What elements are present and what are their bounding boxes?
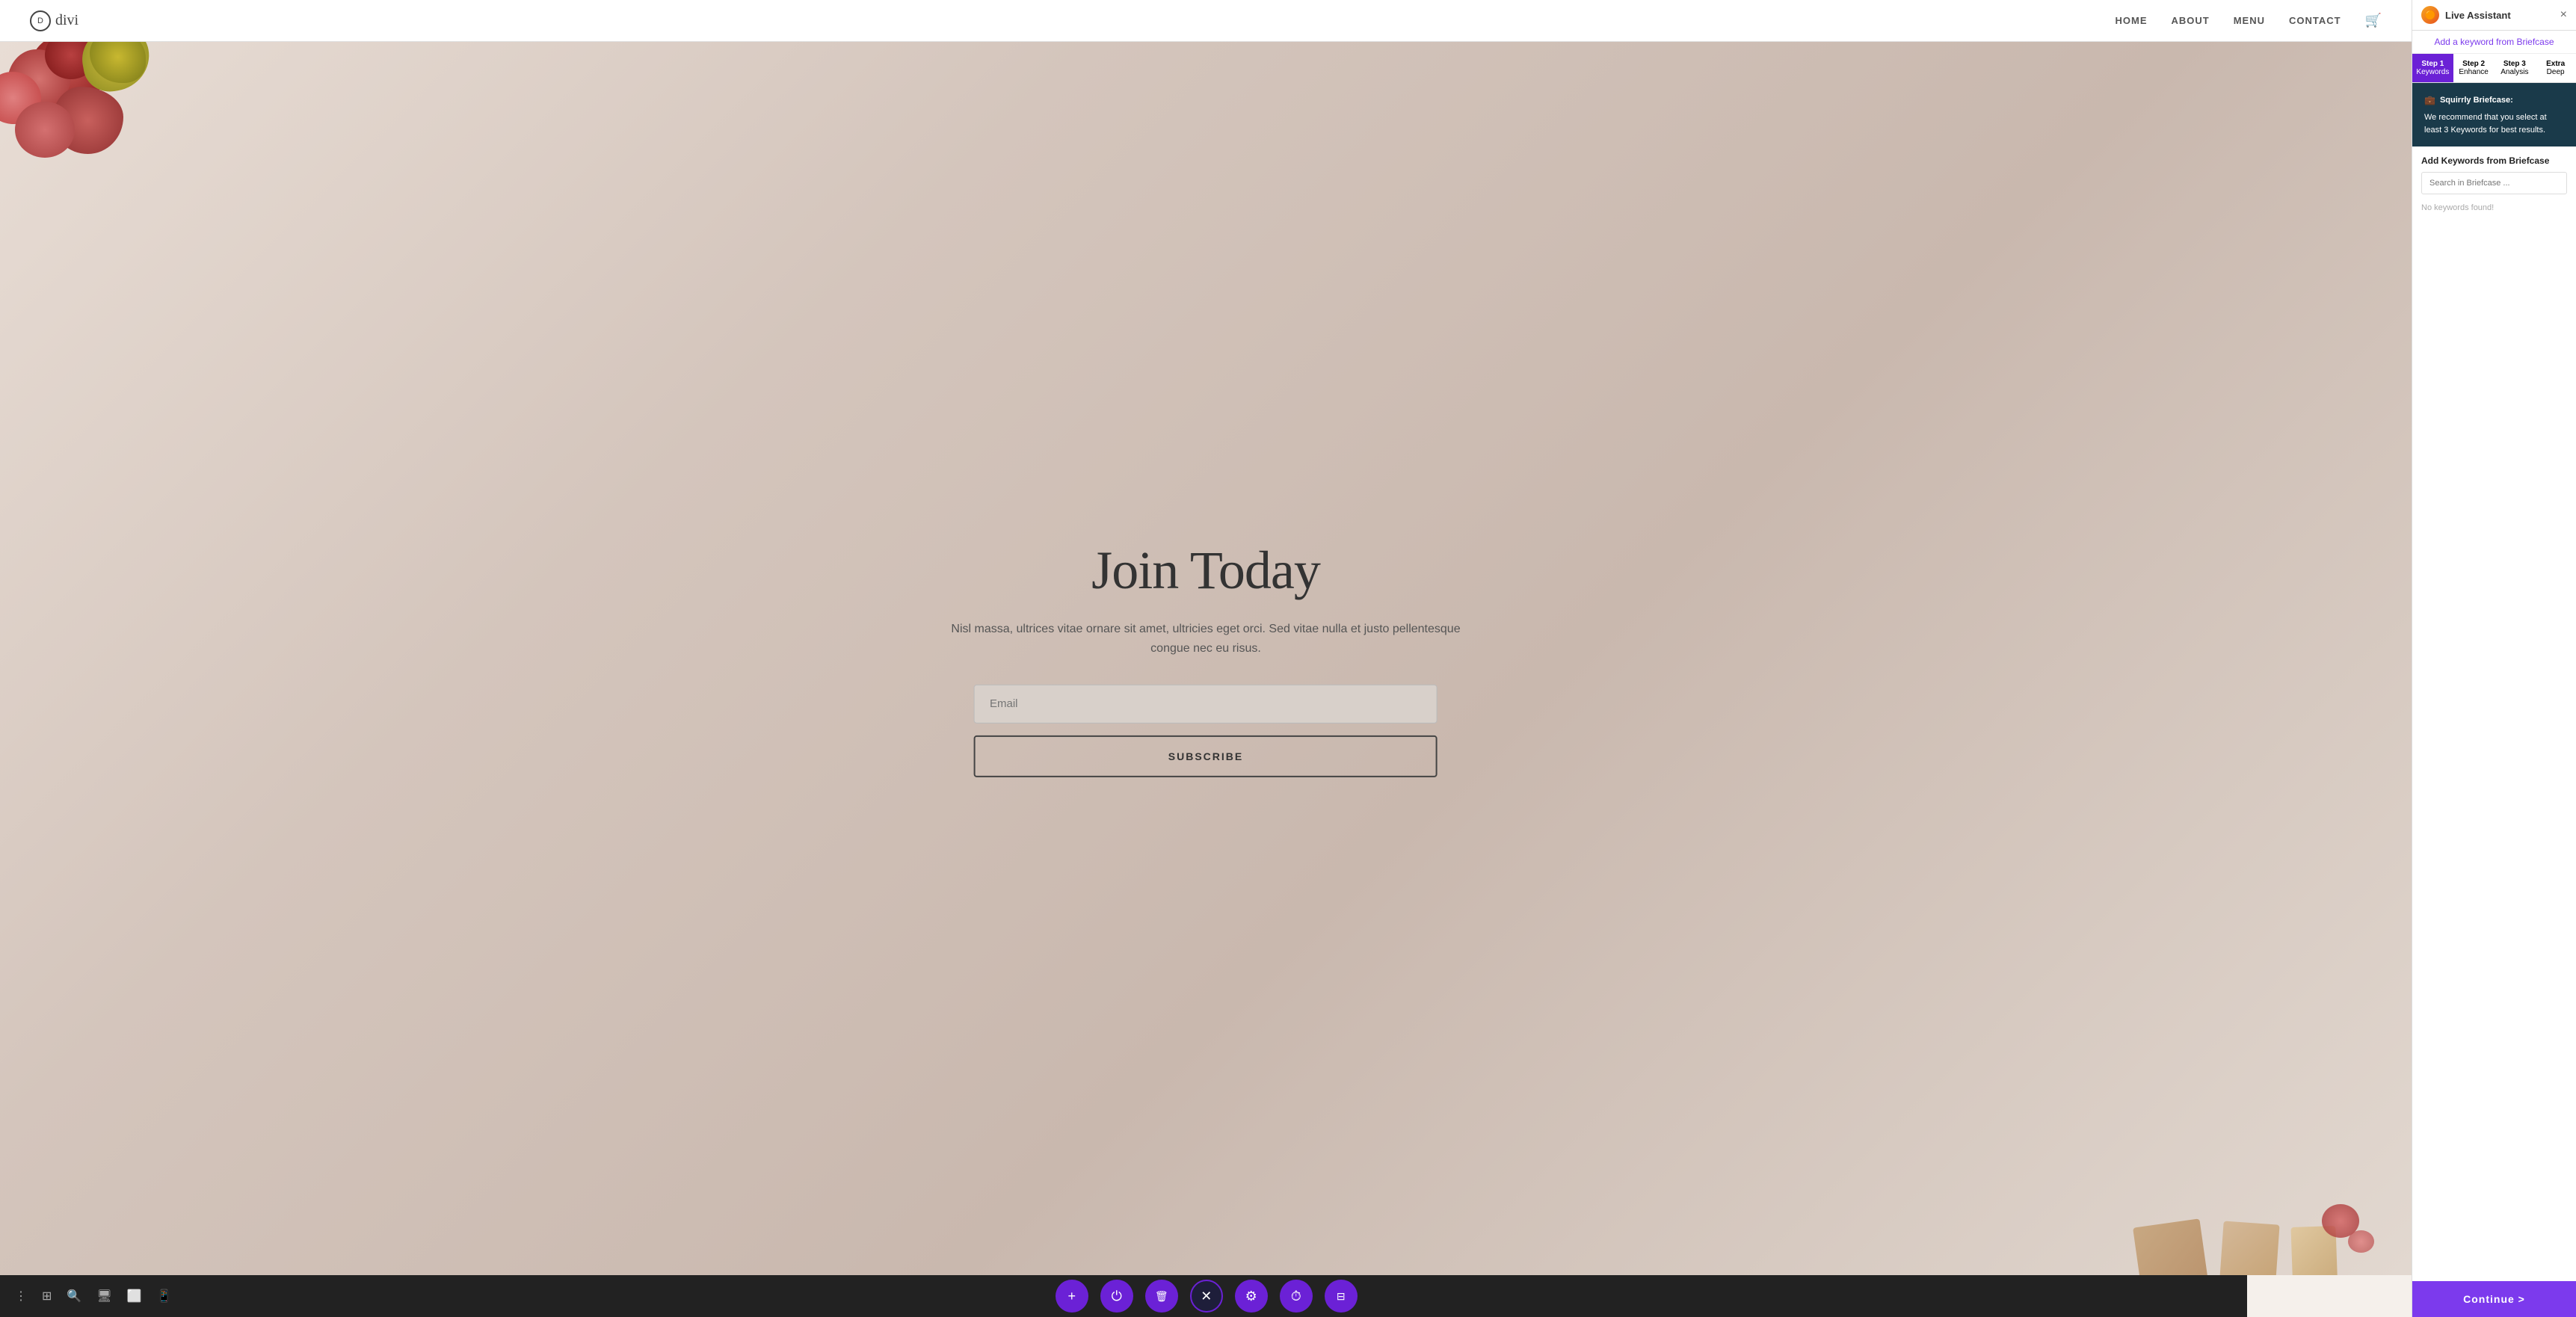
website-area: D divi HOME ABOUT MENU CONTACT 🛒 — [0, 0, 2412, 1317]
live-assistant-avatar: 🟠 — [2421, 6, 2439, 24]
nav-menu[interactable]: MENU — [2234, 15, 2265, 26]
toolbar-center-buttons: + ⏻ 🗑 ✕ ⚙ ⏱ ⊟ — [180, 1280, 2232, 1313]
products-area — [2139, 1200, 2337, 1275]
add-keywords-section: Add Keywords from Briefcase No keywords … — [2412, 146, 2576, 1281]
panel-title: Live Assistant — [2445, 10, 2511, 21]
subscribe-button[interactable]: SUBSCRIBE — [974, 735, 1438, 777]
continue-button[interactable]: Continue > — [2412, 1281, 2576, 1317]
add-keyword-from-briefcase-link[interactable]: Add a keyword from Briefcase — [2412, 31, 2576, 54]
toolbar-history-button[interactable]: ⏱ — [1280, 1280, 1313, 1313]
hero-section: Join Today Nisl massa, ultrices vitae or… — [0, 42, 2412, 1275]
email-input-wrapper — [974, 685, 1438, 724]
toolbar-trash-button[interactable]: 🗑 — [1145, 1280, 1178, 1313]
toolbar-menu-icon[interactable]: ⋮ — [15, 1289, 27, 1304]
search-briefcase-input[interactable] — [2421, 172, 2567, 194]
toolbar-grid-icon[interactable]: ⊞ — [42, 1289, 52, 1304]
flowers-decoration-topleft — [0, 42, 179, 191]
nav-home[interactable]: HOME — [2115, 15, 2147, 26]
toolbar-adjust-button[interactable]: ⊟ — [1325, 1280, 1358, 1313]
panel-header: 🟠 Live Assistant × — [2412, 0, 2576, 31]
product-item-2 — [2218, 1221, 2279, 1275]
briefcase-icon: 💼 — [2424, 93, 2435, 107]
tab-extra-deep[interactable]: Extra Deep — [2535, 54, 2576, 82]
info-box-message: We recommend that you select at least 3 … — [2424, 111, 2564, 136]
panel-close-button[interactable]: × — [2560, 8, 2567, 22]
toolbar-close-button[interactable]: ✕ — [1190, 1280, 1223, 1313]
hero-content: Join Today Nisl massa, ultrices vitae or… — [241, 540, 2171, 777]
toolbar-search-icon[interactable]: 🔍 — [67, 1289, 81, 1304]
logo-text: divi — [55, 12, 78, 29]
toolbar-add-button[interactable]: + — [1056, 1280, 1088, 1313]
toolbar-settings-button[interactable]: ⚙ — [1235, 1280, 1268, 1313]
product-item-1 — [2133, 1218, 2212, 1275]
toolbar-mobile-icon[interactable]: 📱 — [157, 1289, 172, 1304]
tab-step3-analysis[interactable]: Step 3 Analysis — [2495, 54, 2536, 82]
steps-tabs: Step 1 Keywords Step 2 Enhance Step 3 An… — [2412, 54, 2576, 83]
logo-icon: D — [30, 10, 51, 31]
hero-title: Join Today — [241, 540, 2171, 602]
panel-header-left: 🟠 Live Assistant — [2421, 6, 2511, 24]
top-navigation: D divi HOME ABOUT MENU CONTACT 🛒 — [0, 0, 2412, 42]
email-input[interactable] — [990, 697, 1422, 710]
live-assistant-panel: 🟠 Live Assistant × Add a keyword from Br… — [2412, 0, 2576, 1317]
nav-about[interactable]: ABOUT — [2171, 15, 2209, 26]
toolbar-left-icons: ⋮ ⊞ 🔍 🖥 ⬜ 📱 — [15, 1289, 171, 1304]
toolbar-tablet-icon[interactable]: ⬜ — [127, 1289, 142, 1304]
no-keywords-text: No keywords found! — [2421, 200, 2567, 215]
toolbar-desktop-icon[interactable]: 🖥 — [96, 1289, 111, 1304]
cart-icon[interactable]: 🛒 — [2365, 13, 2382, 28]
hero-subtitle: Nisl massa, ultrices vitae ornare sit am… — [944, 620, 1467, 658]
toolbar-power-button[interactable]: ⏻ — [1100, 1280, 1133, 1313]
logo: D divi — [30, 10, 78, 31]
tab-step2-enhance[interactable]: Step 2 Enhance — [2453, 54, 2495, 82]
info-box-title: 💼 Squirrly Briefcase: — [2424, 93, 2564, 107]
add-keywords-title: Add Keywords from Briefcase — [2421, 155, 2567, 166]
nav-links: HOME ABOUT MENU CONTACT 🛒 — [2115, 13, 2382, 28]
tab-step1-keywords[interactable]: Step 1 Keywords — [2412, 54, 2453, 82]
info-box: 💼 Squirrly Briefcase: We recommend that … — [2412, 83, 2576, 146]
nav-contact[interactable]: CONTACT — [2289, 15, 2341, 26]
logo-letter: D — [37, 16, 43, 25]
bottom-toolbar: ⋮ ⊞ 🔍 🖥 ⬜ 📱 + ⏻ 🗑 ✕ ⚙ ⏱ — [0, 1275, 2247, 1317]
